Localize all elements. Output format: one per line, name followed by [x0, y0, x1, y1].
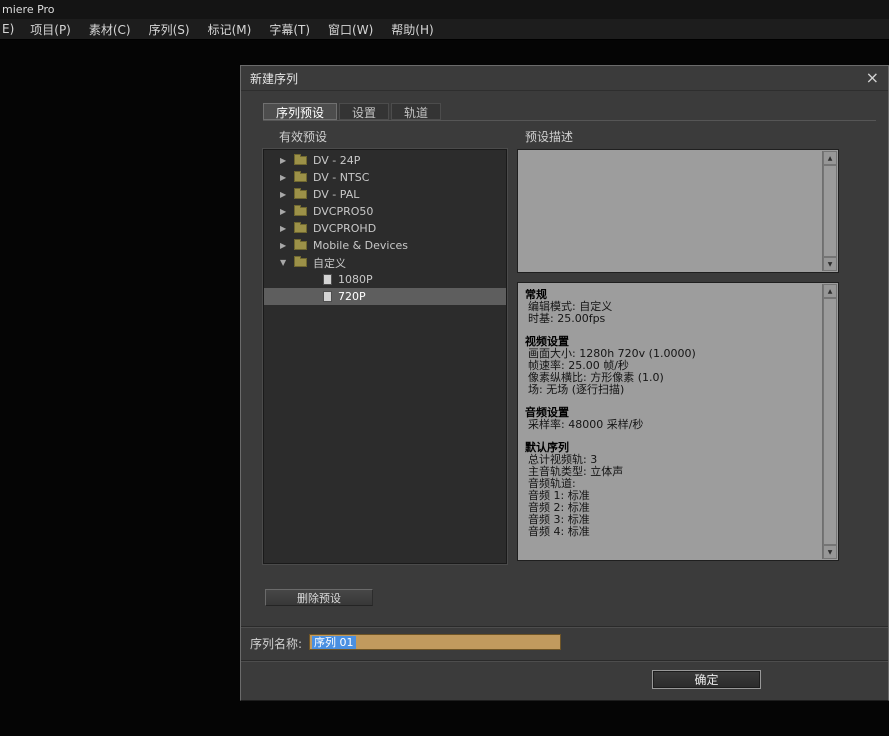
description-section: 默认序列总计视频轨: 3主音轨类型: 立体声音频轨道:音频 1: 标准音频 2:… [525, 442, 818, 538]
chevron-right-icon[interactable]: ▶ [280, 156, 294, 165]
description-section: 视频设置画面大小: 1280h 720v (1.0000)帧速率: 25.00 … [525, 336, 818, 396]
divider [241, 626, 888, 628]
sequence-name-input[interactable]: 序列 01 [309, 634, 561, 650]
tree-item[interactable]: ▼ 自定义 [264, 254, 506, 271]
folder-icon [294, 156, 307, 165]
menu-item[interactable]: E) [0, 19, 21, 39]
dialog-tabs: 序列预设设置轨道 [263, 103, 876, 121]
menu-item[interactable]: 帮助(H) [382, 19, 442, 39]
tree-item[interactable]: ▶ DVCPROHD [264, 220, 506, 237]
description-section: 音频设置采样率: 48000 采样/秒 [525, 407, 818, 431]
preset-description-box: 常规编辑模式: 自定义时基: 25.00fps 视频设置画面大小: 1280h 7… [517, 282, 839, 561]
window-titlebar: miere Pro [0, 0, 889, 19]
preset-description-label: 预设描述 [525, 128, 573, 145]
chevron-right-icon[interactable]: ▶ [280, 207, 294, 216]
sequence-name-label: 序列名称: [250, 635, 302, 652]
menu-item[interactable]: 标记(M) [199, 19, 261, 39]
dialog-title: 新建序列 [250, 70, 298, 87]
tree-item-label: DVCPROHD [313, 222, 376, 235]
tree-item[interactable]: 1080P [264, 271, 506, 288]
scrollbar-thumb[interactable] [823, 298, 837, 545]
chevron-down-icon[interactable]: ▼ [280, 258, 294, 267]
scrollbar[interactable]: ▲ ▼ [822, 284, 837, 559]
tree-item[interactable]: ▶ DV - 24P [264, 152, 506, 169]
tab-tracks[interactable]: 轨道 [391, 103, 441, 120]
tree-item-label: DV - 24P [313, 154, 360, 167]
preset-tree: ▶ DV - 24P ▶ DV - NTSC ▶ DV - PAL ▶ DVCPRO50 ▶ DV… [263, 149, 507, 564]
scroll-down-icon[interactable]: ▼ [823, 257, 837, 271]
sequence-name-value: 序列 01 [312, 636, 356, 649]
description-line: 时基: 25.00fps [525, 313, 818, 325]
tree-item-label: DV - NTSC [313, 171, 369, 184]
menu-bar: E)项目(P)素材(C)序列(S)标记(M)字幕(T)窗口(W)帮助(H) [0, 19, 889, 40]
tab-sequence-presets[interactable]: 序列预设 [263, 103, 337, 120]
ok-button[interactable]: 确定 [652, 670, 761, 689]
chevron-right-icon[interactable]: ▶ [280, 173, 294, 182]
folder-icon [294, 258, 307, 267]
description-line: 音频 4: 标准 [525, 526, 818, 538]
preset-comment-box: ▲ ▼ [517, 149, 839, 273]
description-line: 场: 无场 (逐行扫描) [525, 384, 818, 396]
tree-item[interactable]: ▶ DV - PAL [264, 186, 506, 203]
description-section: 常规编辑模式: 自定义时基: 25.00fps [525, 289, 818, 325]
description-line: 采样率: 48000 采样/秒 [525, 419, 818, 431]
preset-description-text: 常规编辑模式: 自定义时基: 25.00fps 视频设置画面大小: 1280h 7… [525, 289, 818, 556]
preset-file-icon [323, 274, 332, 285]
menu-item[interactable]: 窗口(W) [319, 19, 382, 39]
tree-item[interactable]: ▶ Mobile & Devices [264, 237, 506, 254]
folder-icon [294, 190, 307, 199]
folder-icon [294, 173, 307, 182]
folder-icon [294, 241, 307, 250]
scroll-up-icon[interactable]: ▲ [823, 284, 837, 298]
menu-item[interactable]: 素材(C) [80, 19, 140, 39]
tree-item[interactable]: ▶ DVCPRO50 [264, 203, 506, 220]
folder-icon [294, 224, 307, 233]
tree-item[interactable]: ▶ DV - NTSC [264, 169, 506, 186]
tree-item-label: DV - PAL [313, 188, 359, 201]
available-presets-label: 有效预设 [279, 128, 327, 145]
folder-icon [294, 207, 307, 216]
menu-item[interactable]: 序列(S) [140, 19, 199, 39]
tree-item-label: 720P [338, 290, 366, 303]
tree-item-label: 1080P [338, 273, 373, 286]
tree-item-label: Mobile & Devices [313, 239, 408, 252]
preset-file-icon [323, 291, 332, 302]
tree-item-label: DVCPRO50 [313, 205, 373, 218]
menu-item[interactable]: 项目(P) [21, 19, 80, 39]
chevron-right-icon[interactable]: ▶ [280, 224, 294, 233]
chevron-right-icon[interactable]: ▶ [280, 190, 294, 199]
delete-preset-button[interactable]: 删除预设 [265, 589, 373, 606]
close-icon[interactable]: × [866, 70, 879, 86]
scrollbar[interactable]: ▲ ▼ [822, 151, 837, 271]
tree-item-label: 自定义 [313, 255, 346, 271]
window-title: miere Pro [2, 3, 55, 16]
dialog-titlebar[interactable]: 新建序列 × [241, 66, 888, 91]
new-sequence-dialog: 新建序列 × 序列预设设置轨道 有效预设 ▶ DV - 24P ▶ DV - NTSC… [240, 65, 889, 701]
tab-settings[interactable]: 设置 [339, 103, 389, 120]
menu-item[interactable]: 字幕(T) [260, 19, 319, 39]
divider [241, 660, 888, 662]
screen: miere Pro E)项目(P)素材(C)序列(S)标记(M)字幕(T)窗口(… [0, 0, 889, 736]
scroll-up-icon[interactable]: ▲ [823, 151, 837, 165]
tree-item[interactable]: 720P [264, 288, 506, 305]
scroll-down-icon[interactable]: ▼ [823, 545, 837, 559]
chevron-right-icon[interactable]: ▶ [280, 241, 294, 250]
scrollbar-thumb[interactable] [823, 165, 837, 257]
